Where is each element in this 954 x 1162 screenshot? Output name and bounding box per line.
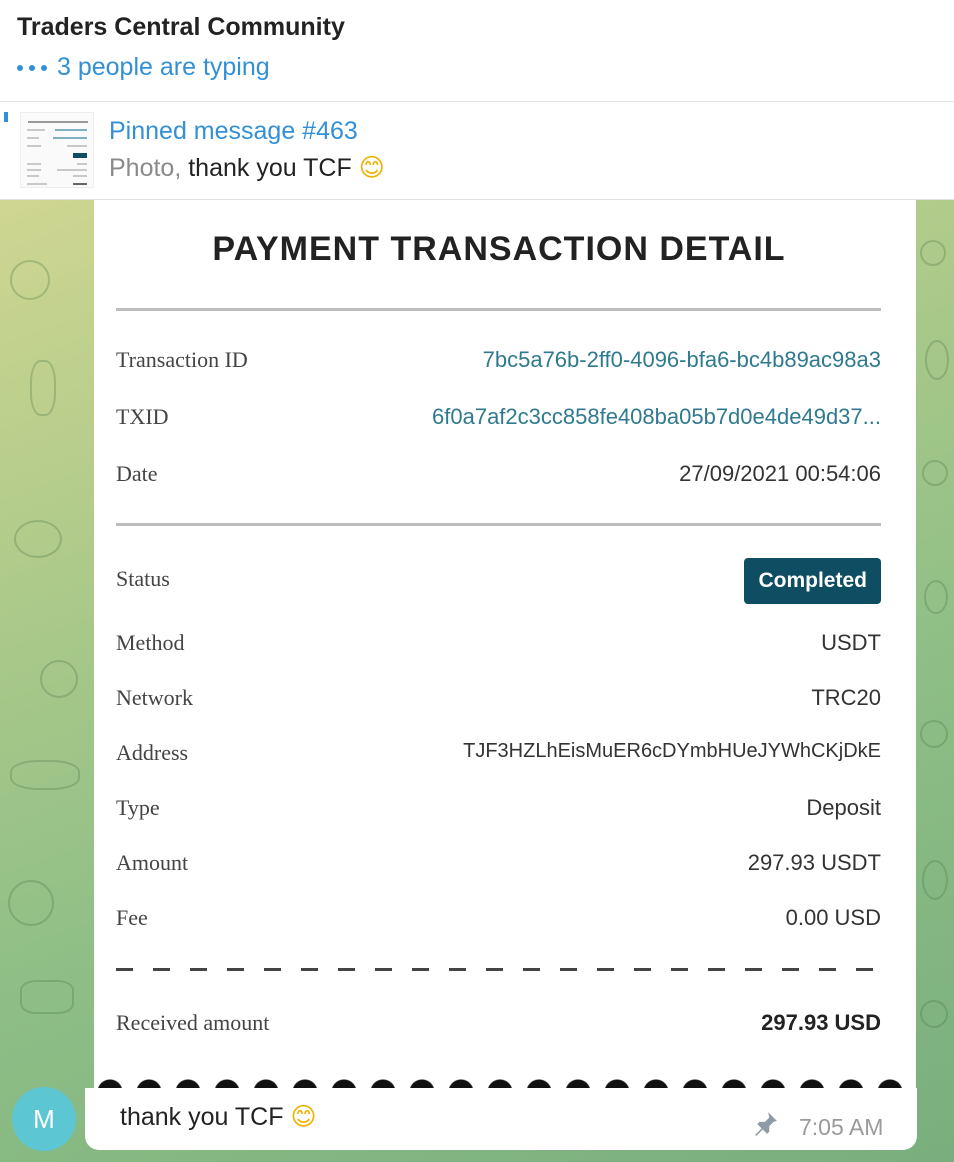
row-value: 7bc5a76b-2ff0-4096-bfa6-bc4b89ac98a3 bbox=[482, 347, 881, 372]
row-label: Network bbox=[116, 685, 193, 710]
smile-emoji-icon: 😊 bbox=[358, 153, 385, 182]
receipt-photo[interactable]: PAYMENT TRANSACTION DETAIL Transaction I… bbox=[94, 200, 916, 1088]
pinned-title[interactable]: Pinned message #463 bbox=[109, 117, 358, 146]
row-value: 6f0a7af2c3cc858fe408ba05b7d0e4de49d37... bbox=[432, 404, 881, 429]
row-value: 297.93 USD bbox=[761, 1010, 881, 1035]
row-label: Received amount bbox=[116, 1010, 270, 1035]
row-label: TXID bbox=[116, 404, 169, 429]
date-row: Date 27/09/2021 00:54:06 bbox=[116, 457, 881, 493]
method-row: Method USDT bbox=[116, 626, 881, 662]
status-row: Status Completed bbox=[116, 558, 881, 604]
receipt-divider bbox=[116, 523, 881, 526]
row-label: Address bbox=[116, 740, 189, 765]
pinned-accent-bar bbox=[4, 112, 8, 122]
receipt-heading: PAYMENT TRANSACTION DETAIL bbox=[212, 230, 786, 268]
receipt-scalloped-edge bbox=[94, 1078, 916, 1088]
address-row: Address TJF3HZLhEisMuER6cDYmbHUeJYWhCKjD… bbox=[116, 736, 881, 772]
row-label: Date bbox=[116, 461, 158, 486]
row-label: Amount bbox=[116, 850, 189, 875]
row-value: TJF3HZLhEisMuER6cDYmbHUeJYWhCKjDkE bbox=[463, 740, 881, 762]
pinned-preview-type: Photo, bbox=[109, 154, 182, 182]
row-label: Transaction ID bbox=[116, 347, 248, 372]
row-value: 0.00 USD bbox=[785, 905, 881, 930]
smile-emoji-icon: 😊 bbox=[290, 1102, 317, 1131]
fee-row: Fee 0.00 USD bbox=[116, 901, 881, 937]
row-value: TRC20 bbox=[811, 685, 881, 710]
pin-icon bbox=[755, 1112, 777, 1136]
avatar[interactable]: M bbox=[12, 1087, 76, 1151]
message-time: 7:05 AM bbox=[799, 1114, 884, 1140]
dashed-divider bbox=[116, 968, 881, 971]
row-label: Fee bbox=[116, 905, 148, 930]
row-label: Type bbox=[116, 795, 160, 820]
typing-indicator: 3 people are typing bbox=[17, 53, 270, 82]
chat-header[interactable]: Traders Central Community 3 people are t… bbox=[0, 0, 954, 102]
received-amount-row: Received amount 297.93 USD bbox=[116, 1006, 881, 1042]
pinned-message-bar[interactable]: Pinned message #463 Photo, thank you TCF… bbox=[0, 102, 954, 200]
message-caption-bubble[interactable]: thank you TCF 😊 7:05 AM bbox=[85, 1088, 917, 1150]
row-value: Deposit bbox=[806, 795, 881, 820]
chat-title[interactable]: Traders Central Community bbox=[17, 13, 345, 42]
amount-row: Amount 297.93 USDT bbox=[116, 846, 881, 882]
network-row: Network TRC20 bbox=[116, 681, 881, 717]
pinned-preview: Photo, thank you TCF 😊 bbox=[109, 153, 385, 183]
typing-dots-icon bbox=[17, 64, 47, 71]
typing-status: 3 people are typing bbox=[57, 53, 270, 81]
type-row: Type Deposit bbox=[116, 791, 881, 827]
pinned-preview-text: thank you TCF bbox=[188, 154, 352, 182]
transaction-id-row: Transaction ID 7bc5a76b-2ff0-4096-bfa6-b… bbox=[116, 343, 881, 379]
row-label: Method bbox=[116, 630, 185, 655]
txid-row: TXID 6f0a7af2c3cc858fe408ba05b7d0e4de49d… bbox=[116, 400, 881, 436]
row-value: USDT bbox=[821, 630, 881, 655]
row-value: 27/09/2021 00:54:06 bbox=[679, 461, 881, 486]
row-label: Status bbox=[116, 566, 170, 591]
receipt-divider bbox=[116, 308, 881, 311]
pinned-thumbnail bbox=[20, 112, 94, 188]
caption-text: thank you TCF bbox=[120, 1103, 284, 1131]
message-caption: thank you TCF 😊 bbox=[120, 1102, 317, 1132]
status-badge: Completed bbox=[744, 558, 881, 604]
row-value: 297.93 USDT bbox=[747, 850, 881, 875]
